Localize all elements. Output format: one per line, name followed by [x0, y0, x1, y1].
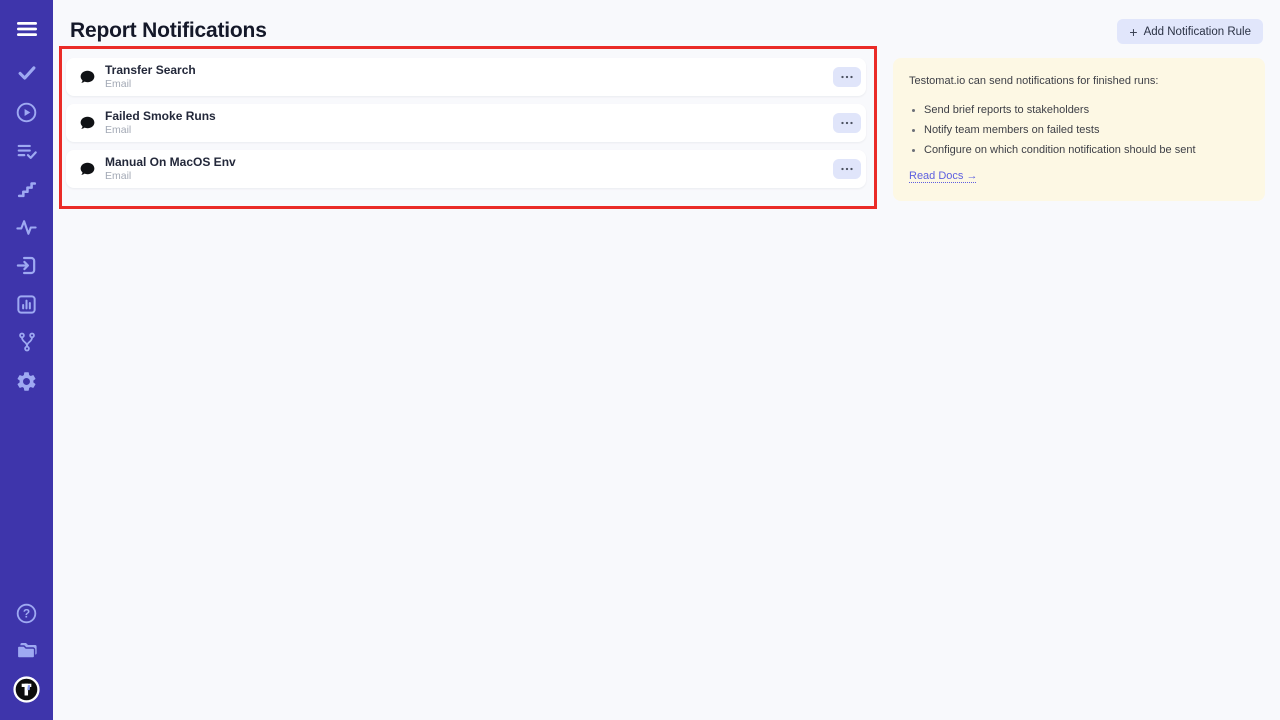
rule-channel: Email [105, 170, 236, 183]
sidebar-item-milestones[interactable] [0, 176, 53, 202]
sidebar-item-reports[interactable] [0, 291, 53, 317]
ellipsis-icon [840, 165, 854, 173]
check-icon [16, 62, 38, 84]
info-bullet: Send brief reports to stakeholders [924, 104, 1249, 117]
help-icon: ? [15, 602, 38, 625]
import-icon [15, 254, 38, 277]
sidebar-item-branches[interactable] [0, 329, 53, 355]
add-notification-rule-label: Add Notification Rule [1144, 26, 1251, 38]
sidebar-item-analytics[interactable] [0, 214, 53, 240]
read-docs-link[interactable]: Read Docs → [909, 170, 977, 182]
help-button[interactable]: ? [0, 600, 53, 626]
rule-menu-button[interactable] [833, 159, 861, 179]
rule-card-failed-smoke-runs[interactable]: Failed Smoke Runs Email [66, 104, 866, 142]
rule-card-transfer-search[interactable]: Transfer Search Email [66, 58, 866, 96]
hamburger-icon [15, 17, 39, 41]
ellipsis-icon [840, 119, 854, 127]
rule-name: Transfer Search [105, 63, 196, 77]
rule-channel: Email [105, 124, 216, 137]
info-panel: Testomat.io can send notifications for f… [893, 58, 1265, 201]
info-intro-text: Testomat.io can send notifications for f… [909, 75, 1249, 88]
testomat-logo-icon [13, 676, 40, 703]
svg-text:?: ? [23, 606, 30, 620]
menu-toggle-button[interactable] [0, 16, 53, 42]
page-title: Report Notifications [70, 19, 267, 43]
gear-icon [15, 370, 38, 393]
bar-chart-icon [15, 293, 38, 316]
rule-menu-button[interactable] [833, 67, 861, 87]
chat-bubble-icon [79, 69, 96, 86]
notification-rules-list: Transfer Search Email Failed Smoke Runs … [66, 58, 866, 196]
sidebar-item-settings[interactable] [0, 368, 53, 394]
chat-bubble-icon [79, 115, 96, 132]
rule-name: Failed Smoke Runs [105, 109, 216, 123]
info-bullet: Configure on which condition notificatio… [924, 144, 1249, 157]
rule-name: Manual On MacOS Env [105, 155, 236, 169]
play-circle-icon [15, 101, 38, 124]
folders-icon [15, 639, 39, 663]
app-window: ? Report Notifications + Add Notificatio… [0, 0, 1280, 720]
plus-icon: + [1129, 25, 1137, 39]
sidebar-item-test-plans[interactable] [0, 138, 53, 164]
info-bullet-list: Send brief reports to stakeholders Notif… [909, 104, 1249, 157]
sidebar-item-tests[interactable] [0, 60, 53, 86]
steps-icon [16, 178, 38, 200]
rule-channel: Email [105, 78, 196, 91]
sidebar-item-import[interactable] [0, 252, 53, 278]
rule-card-manual-on-macos-env[interactable]: Manual On MacOS Env Email [66, 150, 866, 188]
list-check-icon [16, 140, 38, 162]
account-logo-button[interactable] [0, 676, 53, 702]
add-notification-rule-button[interactable]: + Add Notification Rule [1117, 19, 1263, 44]
pulse-icon [15, 216, 38, 239]
rule-menu-button[interactable] [833, 113, 861, 133]
projects-button[interactable] [0, 638, 53, 664]
ellipsis-icon [840, 73, 854, 81]
info-bullet: Notify team members on failed tests [924, 124, 1249, 137]
chat-bubble-icon [79, 161, 96, 178]
branch-icon [16, 331, 38, 353]
sidebar: ? [0, 0, 53, 720]
sidebar-item-runs[interactable] [0, 99, 53, 125]
